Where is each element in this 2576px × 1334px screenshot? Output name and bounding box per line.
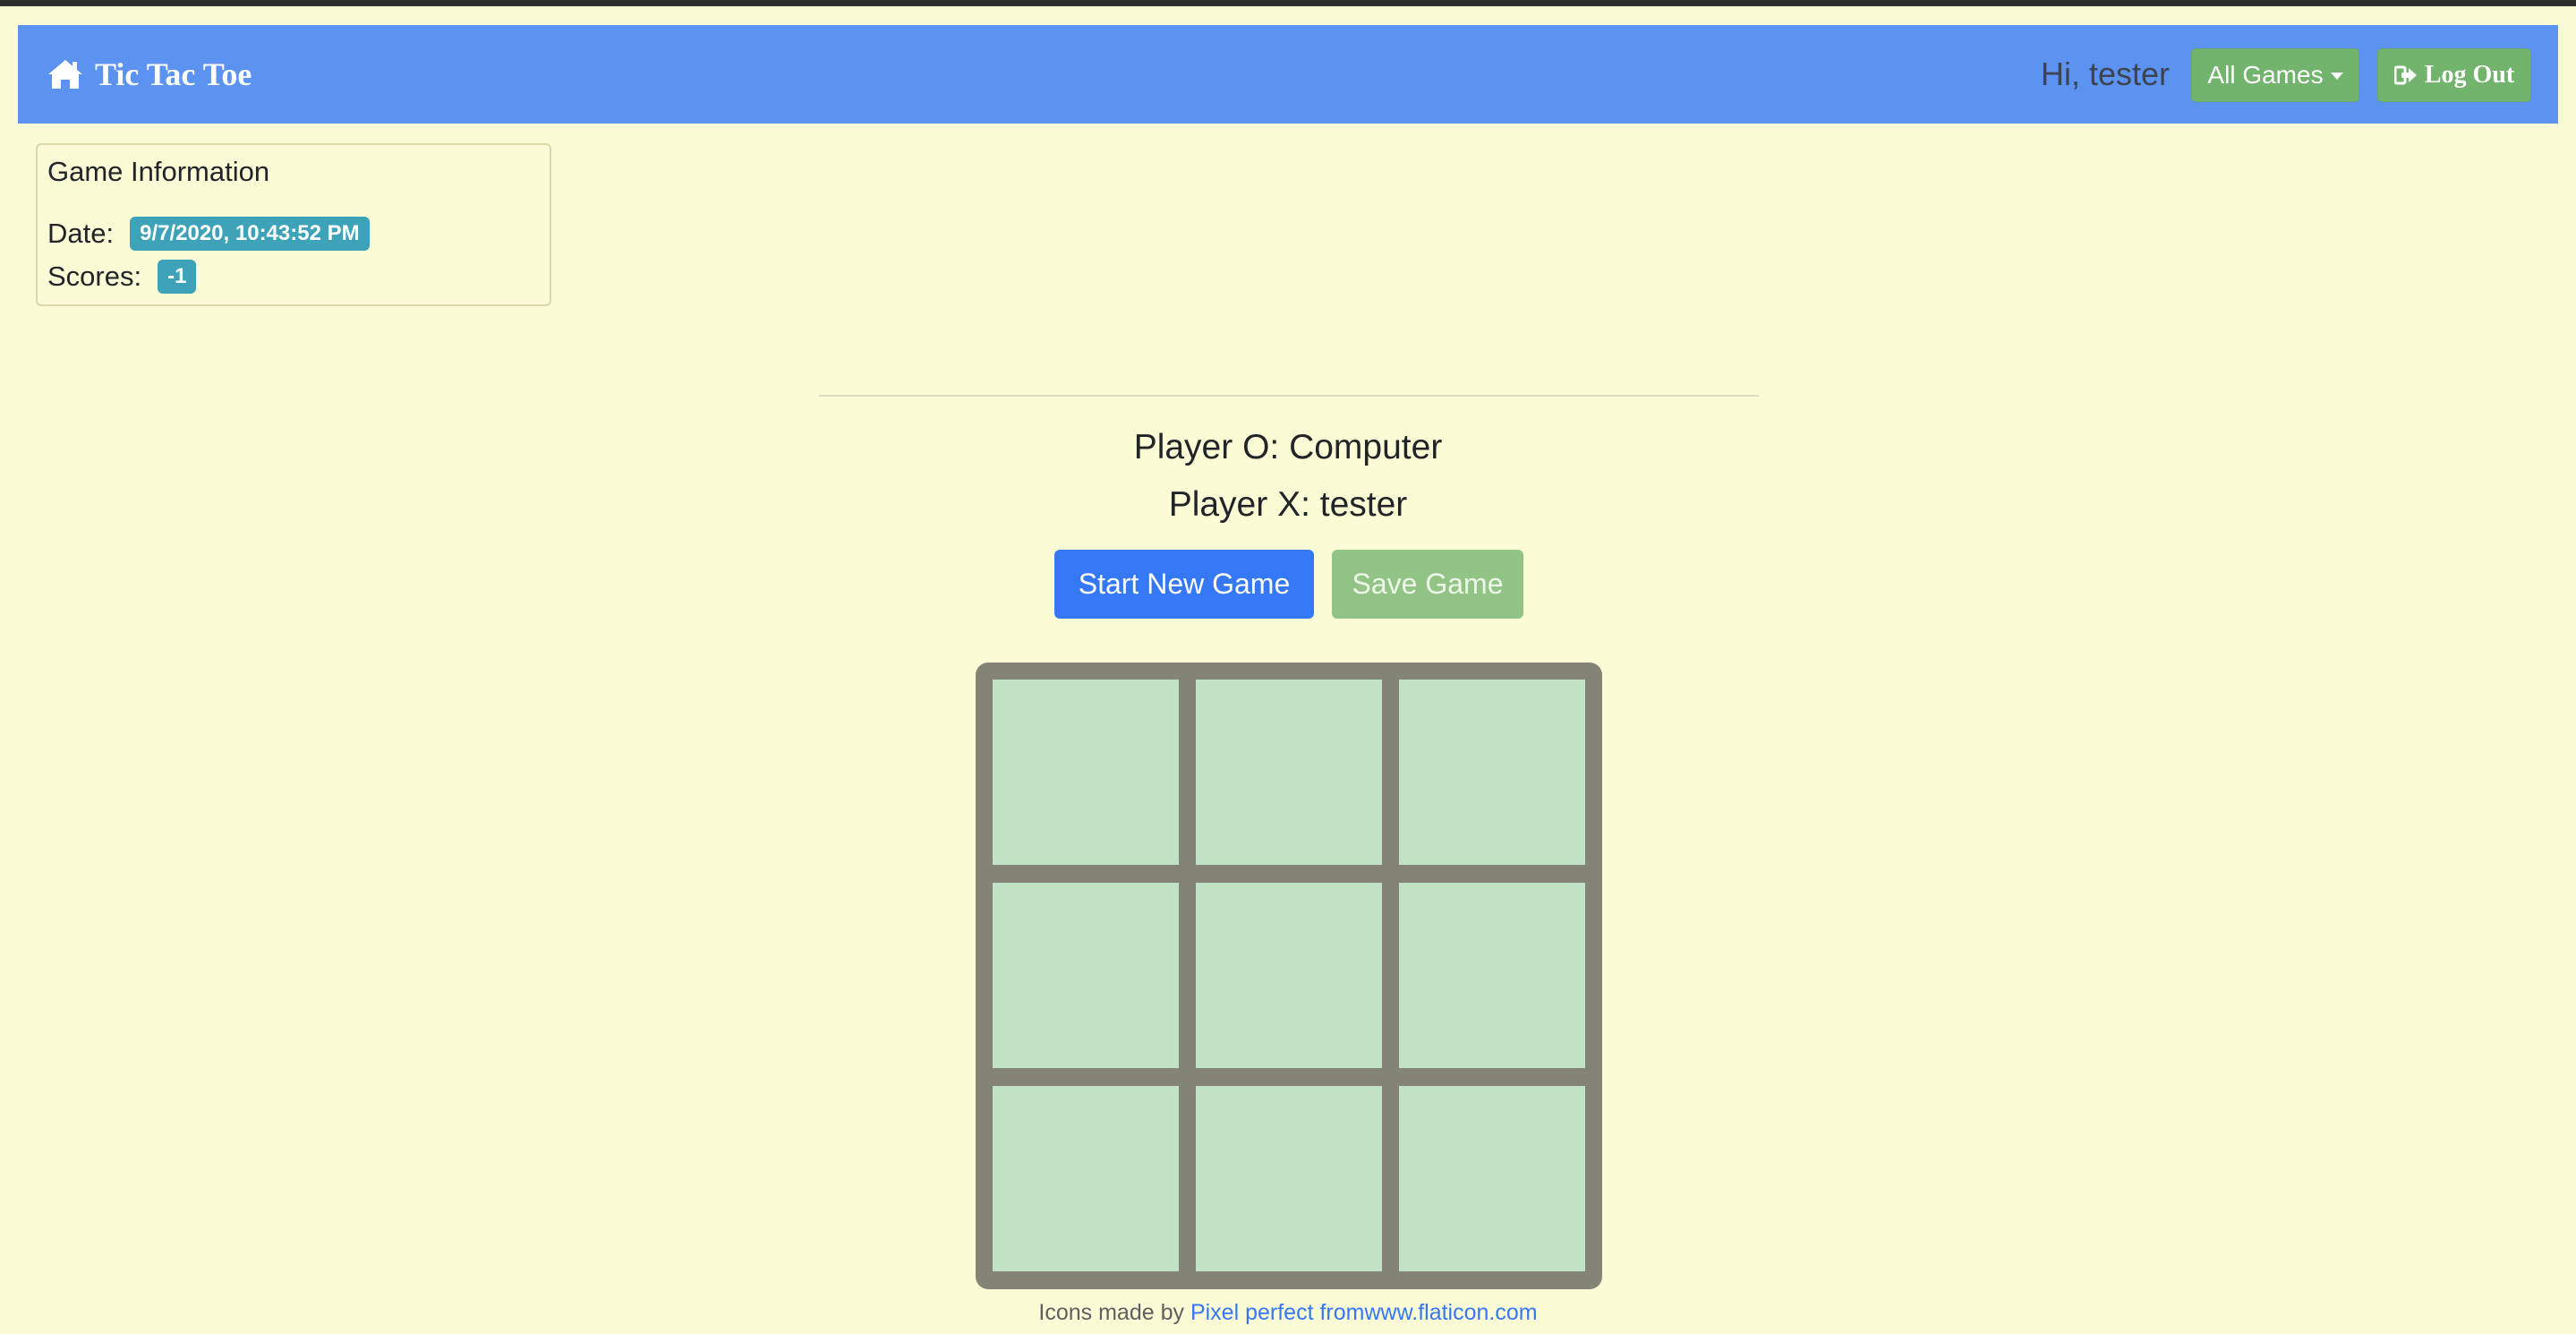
board-cell[interactable] (1399, 883, 1585, 1068)
footer-prefix: Icons made by (1038, 1300, 1184, 1325)
all-games-label: All Games (2207, 61, 2324, 89)
board-cell[interactable] (993, 1086, 1179, 1271)
game-information-title: Game Information (47, 156, 270, 187)
home-icon (48, 60, 82, 89)
board-cell[interactable] (1196, 883, 1382, 1068)
save-game-button[interactable]: Save Game (1332, 550, 1523, 619)
footer-attribution: Icons made by Pixel perfect fromwww.flat… (0, 1300, 2576, 1326)
caret-down-icon (2330, 73, 2343, 80)
date-row: Date: 9/7/2020, 10:43:52 PM (47, 217, 370, 251)
scores-badge: -1 (158, 260, 197, 294)
sign-out-icon (2393, 65, 2417, 85)
flaticon-link[interactable]: Pixel perfect fromwww.flaticon.com (1190, 1300, 1538, 1325)
brand-link[interactable]: Tic Tac Toe (47, 25, 252, 124)
board-cell[interactable] (1399, 1086, 1585, 1271)
window-top-strip (0, 0, 2576, 6)
game-board (976, 663, 1602, 1289)
board-cell[interactable] (993, 883, 1179, 1068)
board-cell[interactable] (1196, 1086, 1382, 1271)
all-games-dropdown-button[interactable]: All Games (2191, 48, 2359, 102)
divider (819, 395, 1759, 397)
navbar: Tic Tac Toe Hi, tester All Games Log Out (18, 25, 2558, 124)
start-new-game-button[interactable]: Start New Game (1054, 550, 1314, 619)
user-greeting: Hi, tester (2041, 56, 2171, 92)
scores-label: Scores: (47, 261, 142, 292)
brand-title: Tic Tac Toe (95, 56, 252, 92)
scores-row: Scores: -1 (47, 260, 197, 294)
logout-label: Log Out (2424, 61, 2515, 89)
board-cell[interactable] (1399, 680, 1585, 865)
logout-button[interactable]: Log Out (2377, 48, 2531, 102)
board-cell[interactable] (993, 680, 1179, 865)
player-x-heading: Player X: tester (1168, 485, 1408, 524)
game-information-card: Game Information Date: 9/7/2020, 10:43:5… (36, 143, 551, 306)
date-badge: 9/7/2020, 10:43:52 PM (130, 217, 370, 251)
player-o-heading: Player O: Computer (1133, 428, 1443, 466)
board-cell[interactable] (1196, 680, 1382, 865)
date-label: Date: (47, 218, 115, 249)
